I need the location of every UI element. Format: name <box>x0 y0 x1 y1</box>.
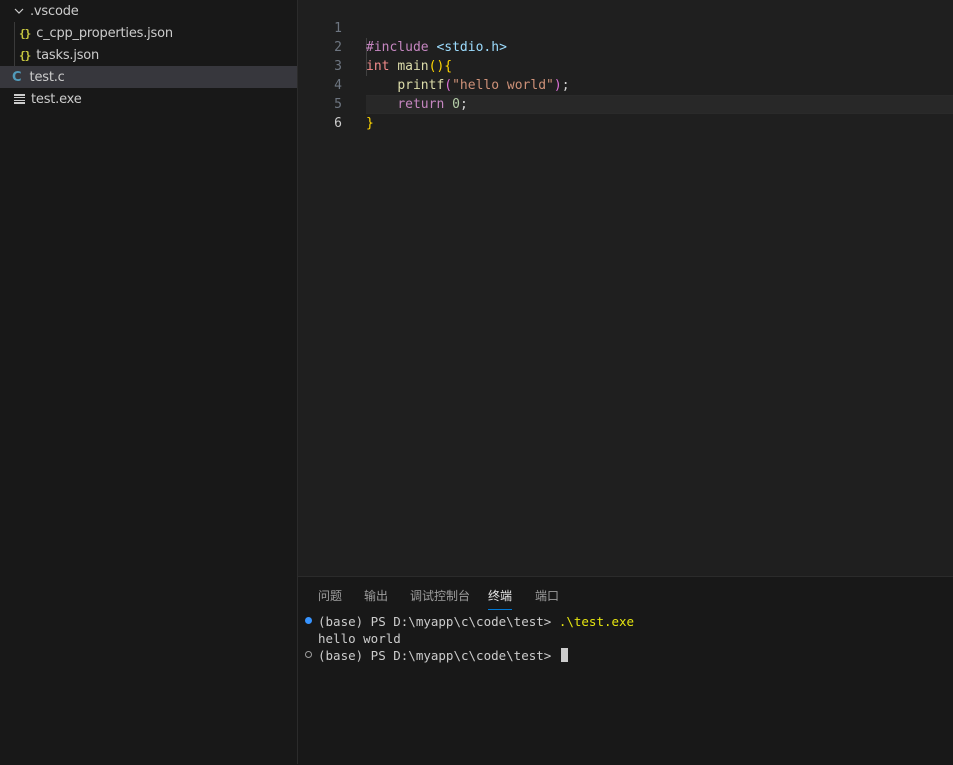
folder-label: .vscode <box>30 3 79 19</box>
file-label: test.c <box>29 69 65 85</box>
json-icon: {} <box>19 48 31 62</box>
c-file-icon: C <box>12 69 22 85</box>
tab-output[interactable]: 输出 <box>364 587 388 609</box>
tree-folder-vscode[interactable]: .vscode <box>0 0 297 22</box>
command-success-dot-icon[interactable] <box>305 617 312 624</box>
code-line-2: 2 int main(){ <box>298 19 953 74</box>
tab-debug-console[interactable]: 调试控制台 <box>410 587 470 609</box>
terminal-output-line: hello world <box>318 631 401 646</box>
terminal-line-3: (base) PS D:\myapp\c\code\test> <box>318 647 568 664</box>
vscode-window: .vscode {} c_cpp_properties.json {} task… <box>0 0 953 765</box>
tab-problems[interactable]: 问题 <box>318 587 342 609</box>
code-line-3: 3 printf("hello world"); <box>298 38 953 93</box>
code-line-5: 5 } <box>298 76 953 131</box>
code-line-4: 4 return 0; <box>298 57 953 112</box>
terminal-line-1: (base) PS D:\myapp\c\code\test> .\test.e… <box>318 613 634 630</box>
terminal-prompt: (base) PS D:\myapp\c\code\test> <box>318 648 559 663</box>
code-editor[interactable]: 1 #include <stdio.h> 2 int main(){ 3 pri… <box>298 0 953 576</box>
terminal-cursor <box>560 648 568 662</box>
token-brace: } <box>366 116 374 131</box>
file-label: tasks.json <box>36 47 100 63</box>
code-line-6: 6 <box>298 95 953 131</box>
exe-file-icon <box>14 94 25 104</box>
terminal-prompt: (base) PS D:\myapp\c\code\test> <box>318 614 559 629</box>
file-label: c_cpp_properties.json <box>36 25 173 41</box>
chevron-down-icon <box>12 4 26 18</box>
code-line-1: 1 #include <stdio.h> <box>298 0 953 55</box>
explorer-sidebar: .vscode {} c_cpp_properties.json {} task… <box>0 0 298 764</box>
tree-file-c-cpp-properties[interactable]: {} c_cpp_properties.json <box>0 22 297 44</box>
line-number: 6 <box>334 116 342 131</box>
bottom-panel: 问题 输出 调试控制台 终端 端口 (base) PS D:\myapp\c\c… <box>298 576 953 765</box>
tab-terminal[interactable]: 终端 <box>488 587 513 610</box>
command-pending-dot-icon[interactable] <box>305 651 312 658</box>
terminal-command: .\test.exe <box>558 614 635 629</box>
tree-file-tasks[interactable]: {} tasks.json <box>0 44 297 66</box>
json-icon: {} <box>19 26 31 40</box>
tree-file-test-c[interactable]: C test.c <box>0 66 297 88</box>
tab-ports[interactable]: 端口 <box>535 587 559 609</box>
tree-file-test-exe[interactable]: test.exe <box>0 88 297 110</box>
file-label: test.exe <box>31 91 82 107</box>
